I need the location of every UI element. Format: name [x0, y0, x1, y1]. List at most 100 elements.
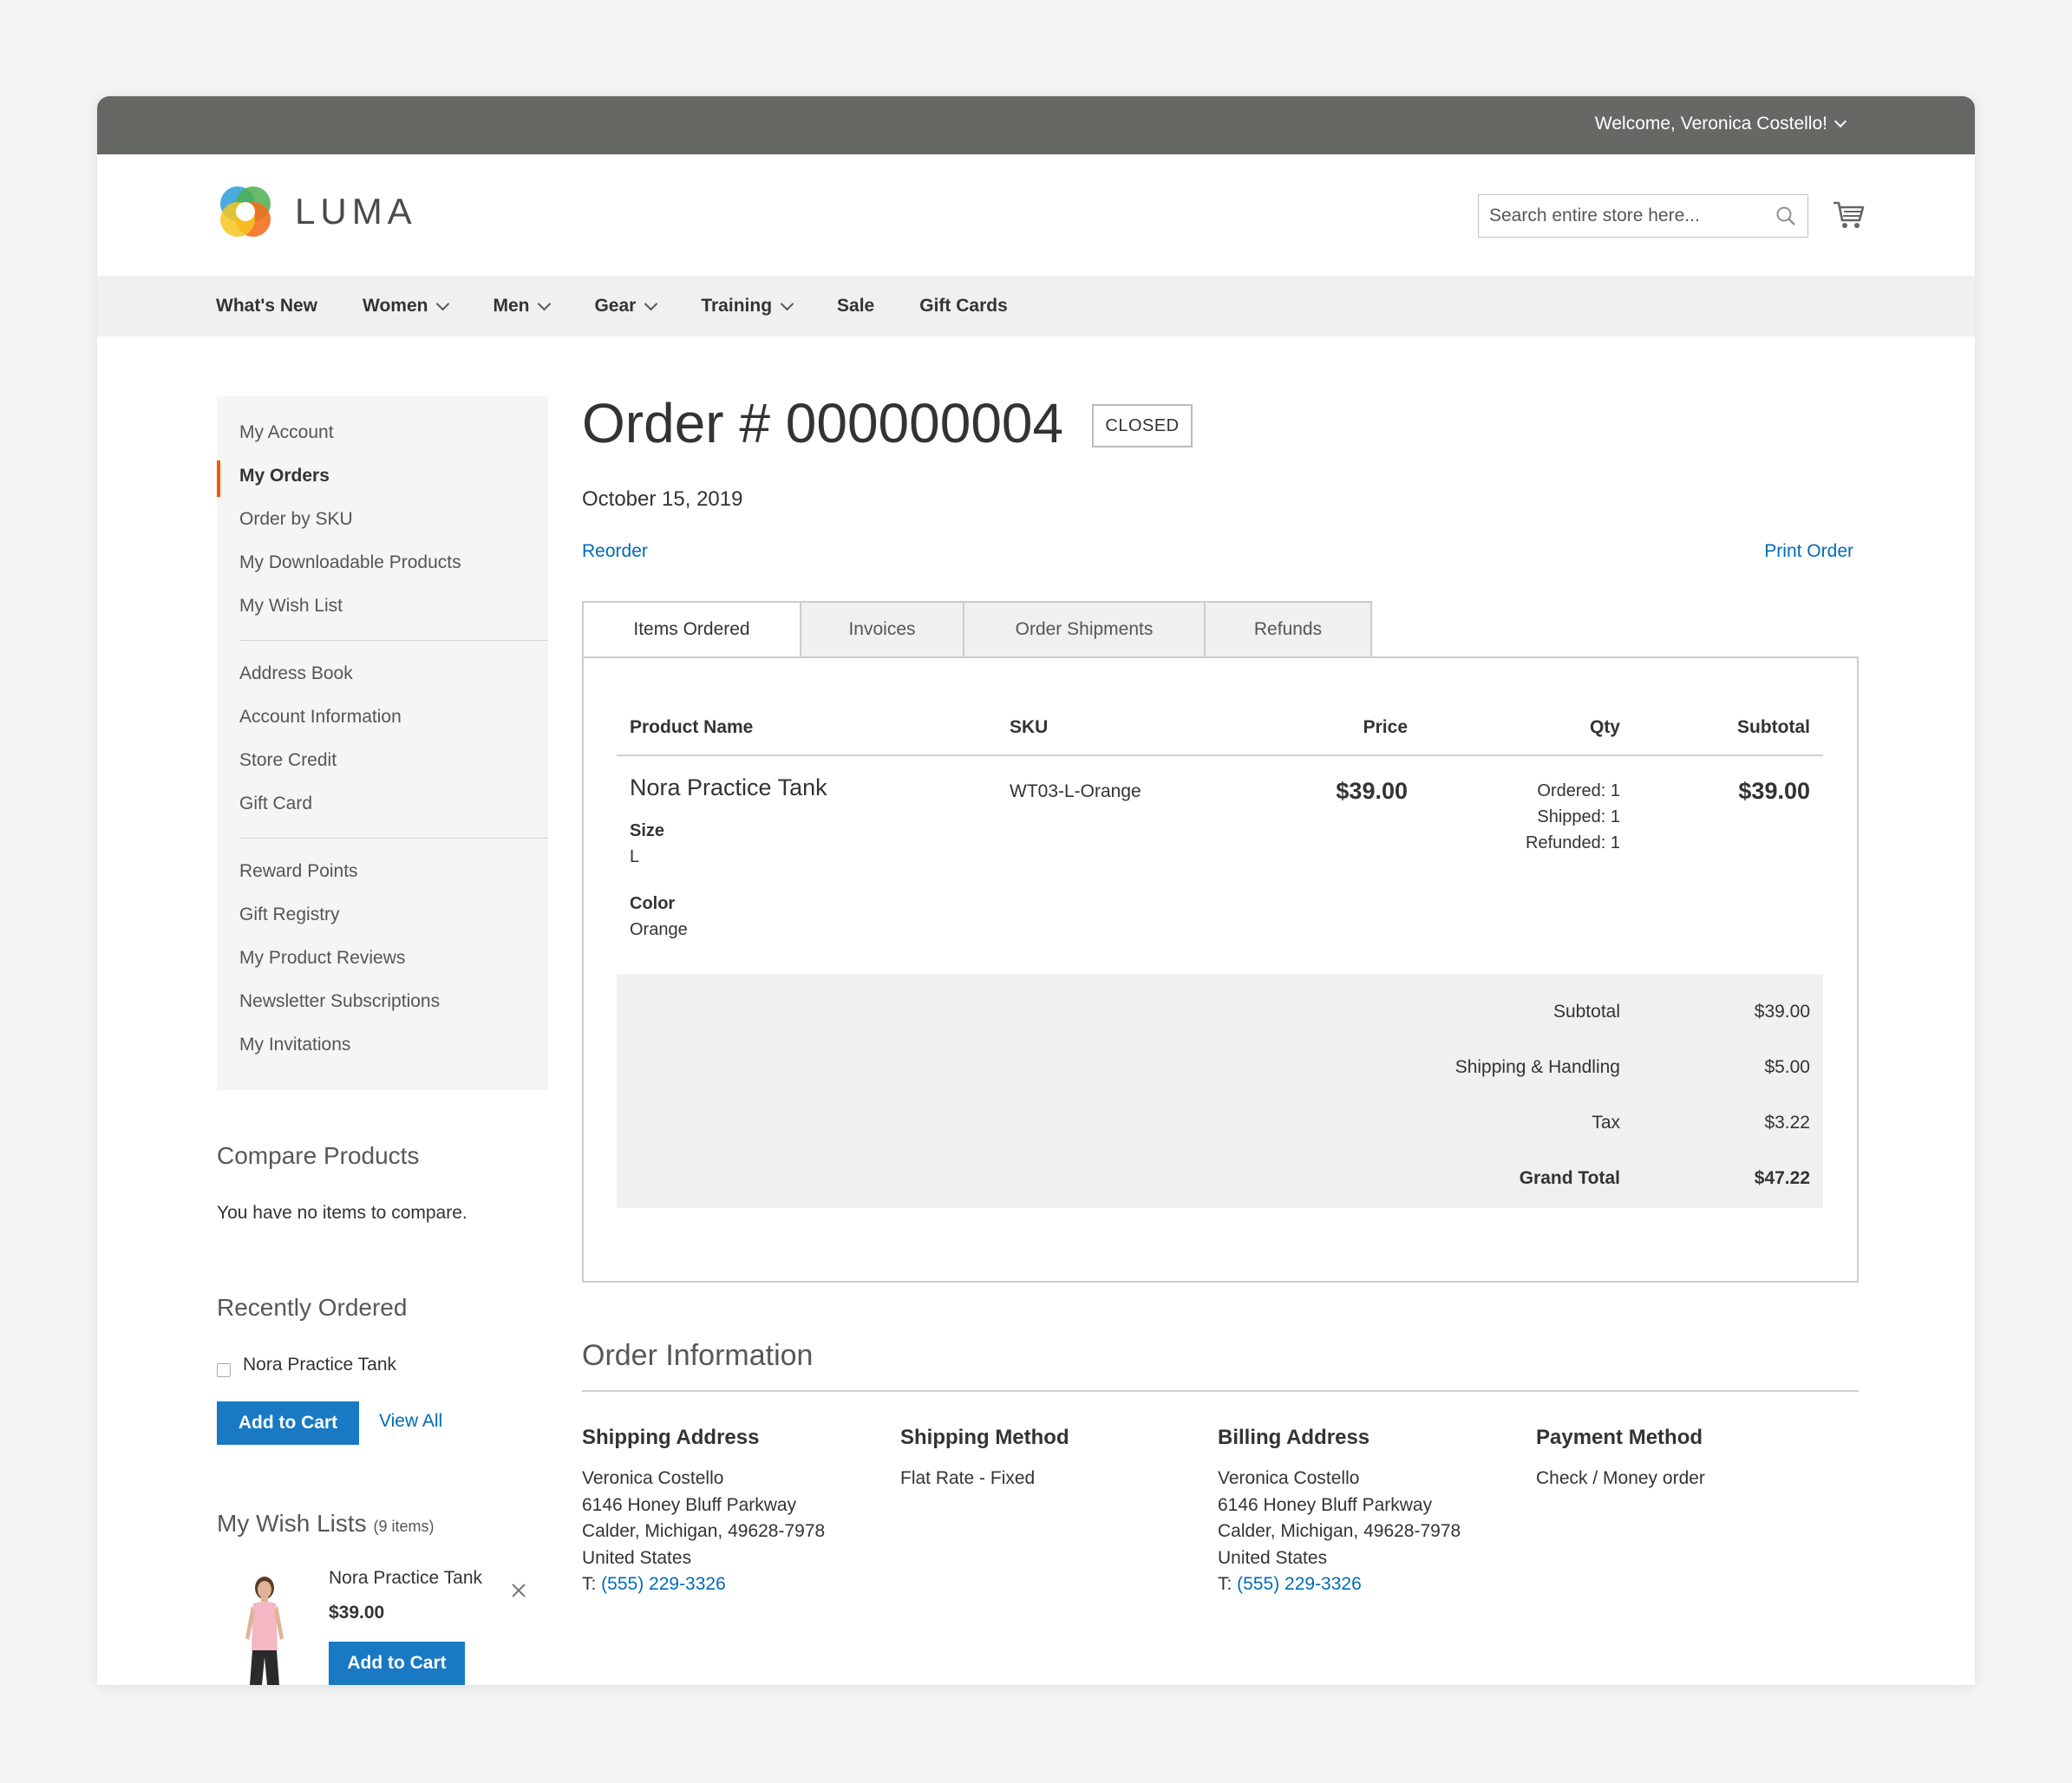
tab-items-ordered[interactable]: Items Ordered [582, 601, 801, 658]
recently-ordered-item: Nora Practice Tank [243, 1355, 397, 1375]
logo[interactable]: LUMA [217, 183, 417, 240]
order-information-title: Order Information [582, 1339, 814, 1372]
shipping-method-value: Flat Rate - Fixed [900, 1468, 1036, 1488]
item-price: $39.00 [1336, 778, 1408, 804]
totals-grand-total-label: Grand Total [1519, 1168, 1620, 1188]
phone-prefix: T: [1218, 1574, 1238, 1594]
sidebar-item-downloadable-products[interactable]: My Downloadable Products [239, 552, 461, 573]
sidebar-item-product-reviews[interactable]: My Product Reviews [239, 948, 405, 969]
shipping-address-block: Shipping Address Veronica Costello 6146 … [582, 1426, 877, 1598]
sidebar-item-gift-registry[interactable]: Gift Registry [239, 905, 340, 925]
recently-ordered-checkbox[interactable] [217, 1363, 231, 1377]
shipping-address-line: Veronica Costello [582, 1468, 724, 1488]
print-order-link[interactable]: Print Order [1764, 541, 1853, 562]
nav-gear[interactable]: Gear [594, 296, 658, 317]
order-information-divider [582, 1390, 1859, 1392]
sidebar-item-reward-points[interactable]: Reward Points [239, 861, 358, 882]
sidebar-item-gift-card[interactable]: Gift Card [239, 794, 312, 814]
tab-invoices[interactable]: Invoices [801, 601, 964, 658]
nav-label: Gift Cards [919, 296, 1008, 316]
wishlist-title: My Wish Lists (9 items) [217, 1510, 434, 1538]
nav-label: Gear [594, 296, 637, 316]
logo-text: LUMA [295, 191, 417, 232]
reorder-link[interactable]: Reorder [582, 541, 648, 562]
nav-sale[interactable]: Sale [837, 296, 874, 317]
nav-label: What's New [216, 296, 318, 316]
chevron-down-icon [1833, 114, 1847, 128]
billing-address-line: Veronica Costello [1218, 1468, 1360, 1488]
tab-refunds[interactable]: Refunds [1206, 601, 1372, 658]
nav-label: Men [493, 296, 530, 316]
billing-phone: T: (555) 229-3326 [1218, 1571, 1513, 1598]
sidebar-item-my-account[interactable]: My Account [239, 422, 334, 443]
item-sku: WT03-L-Orange [1010, 781, 1141, 801]
chevron-down-icon [538, 297, 552, 310]
column-header-product-name: Product Name [630, 717, 754, 737]
compare-title: Compare Products [217, 1142, 420, 1169]
sidebar-item-wish-list[interactable]: My Wish List [239, 596, 343, 617]
active-indicator [217, 460, 220, 497]
cart-icon[interactable] [1832, 198, 1866, 232]
tab-order-shipments[interactable]: Order Shipments [964, 601, 1206, 658]
order-tabs: Items Ordered Invoices Order Shipments R… [582, 601, 1372, 658]
compare-empty-text: You have no items to compare. [217, 1203, 467, 1223]
totals-shipping-label: Shipping & Handling [1454, 1057, 1620, 1077]
search-icon[interactable] [1775, 205, 1797, 227]
chevron-down-icon [436, 297, 450, 310]
item-qty-shipped: Shipped: 1 [1537, 807, 1620, 826]
wishlist-add-to-cart-button[interactable]: Add to Cart [329, 1642, 465, 1685]
sidebar-item-store-credit[interactable]: Store Credit [239, 750, 337, 771]
nav-whats-new[interactable]: What's New [216, 296, 317, 317]
chevron-down-icon [780, 297, 794, 310]
sidebar-item-invitations[interactable]: My Invitations [239, 1035, 350, 1055]
product-thumbnail[interactable] [217, 1571, 312, 1685]
sidebar-item-newsletter[interactable]: Newsletter Subscriptions [239, 991, 440, 1012]
shipping-address-heading: Shipping Address [582, 1426, 760, 1449]
nav-men[interactable]: Men [493, 296, 552, 317]
totals-subtotal-label: Subtotal [1552, 1002, 1620, 1022]
view-all-link[interactable]: View All [379, 1411, 442, 1432]
sidebar-divider [239, 640, 548, 641]
nav-women[interactable]: Women [363, 296, 450, 317]
table-divider [617, 754, 1823, 756]
column-header-subtotal: Subtotal [1737, 717, 1810, 737]
billing-address-heading: Billing Address [1218, 1426, 1370, 1449]
payment-method-heading: Payment Method [1536, 1426, 1703, 1449]
payment-method-value: Check / Money order [1536, 1468, 1705, 1488]
shipping-address-line: United States [582, 1547, 692, 1568]
nav-label: Sale [837, 296, 875, 316]
sidebar-item-account-information[interactable]: Account Information [239, 707, 402, 728]
nav-training[interactable]: Training [701, 296, 794, 317]
main-nav: What's New Women Men Gear Training Sale … [97, 276, 1975, 336]
item-color-label: Color [630, 894, 676, 913]
header: LUMA [97, 154, 1975, 276]
shipping-phone: T: (555) 229-3326 [582, 1571, 877, 1598]
page-title: Order # 000000004 [582, 392, 1064, 454]
wishlist-item-name[interactable]: Nora Practice Tank [329, 1568, 482, 1589]
billing-phone-link[interactable]: (555) 229-3326 [1237, 1574, 1362, 1594]
order-totals [617, 974, 1823, 1208]
account-sidebar: My Account My Orders Order by SKU My Dow… [217, 396, 548, 1090]
shipping-address-line: 6146 Honey Bluff Parkway [582, 1494, 797, 1515]
search-box [1478, 194, 1808, 238]
order-date: October 15, 2019 [582, 487, 743, 511]
close-icon[interactable] [510, 1582, 527, 1599]
totals-subtotal-value: $39.00 [1754, 1002, 1810, 1022]
search-input[interactable] [1489, 206, 1775, 226]
billing-address-line: United States [1218, 1547, 1328, 1568]
sidebar-item-order-by-sku[interactable]: Order by SKU [239, 509, 353, 530]
nav-gift-cards[interactable]: Gift Cards [919, 296, 1008, 317]
sidebar-item-my-orders[interactable]: My Orders [239, 466, 330, 487]
sidebar-item-address-book[interactable]: Address Book [239, 663, 353, 684]
totals-grand-total-value: $47.22 [1754, 1168, 1810, 1188]
billing-address-block: Billing Address Veronica Costello 6146 H… [1218, 1426, 1513, 1598]
wishlist-item-price: $39.00 [329, 1603, 385, 1623]
item-qty-refunded: Refunded: 1 [1526, 833, 1620, 852]
add-to-cart-button[interactable]: Add to Cart [217, 1401, 359, 1445]
shipping-address-line: Calder, Michigan, 49628-7978 [582, 1521, 826, 1541]
welcome-menu[interactable]: Welcome, Veronica Costello! [1595, 114, 1847, 134]
top-bar: Welcome, Veronica Costello! [97, 96, 1975, 154]
wishlist-count: (9 items) [373, 1518, 435, 1535]
shipping-phone-link[interactable]: (555) 229-3326 [601, 1574, 726, 1594]
browser-page: Welcome, Veronica Costello! LUMA Search … [97, 96, 1975, 1685]
